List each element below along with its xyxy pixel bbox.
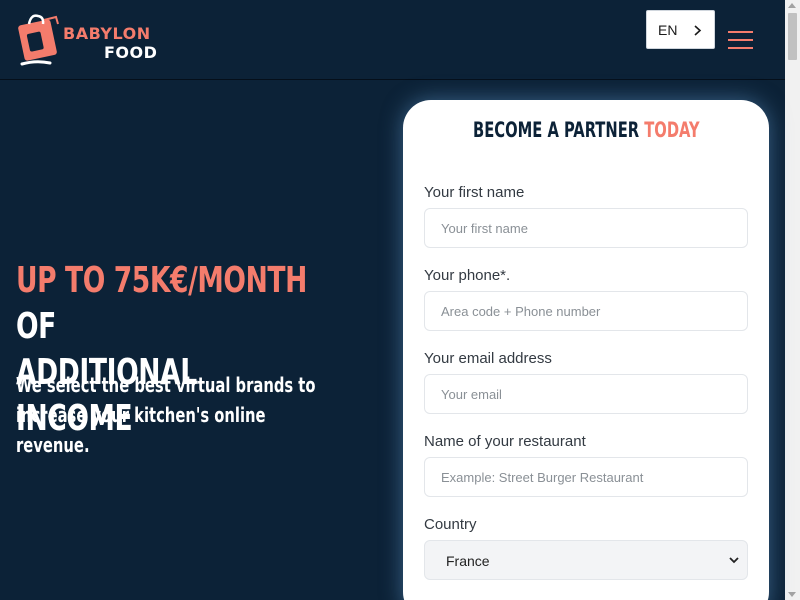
- scroll-thumb[interactable]: [788, 13, 797, 60]
- form-title: BECOME A PARTNER TODAY: [403, 118, 769, 142]
- phone-label: Your phone*.: [424, 267, 511, 284]
- phone-input[interactable]: [424, 291, 748, 331]
- hero-subtitle: We select the best virtual brands to inc…: [16, 370, 344, 460]
- shopping-bag-logo-icon: [18, 14, 59, 66]
- site-header: BABYLON FOOD EN: [0, 0, 785, 80]
- first-name-label: Your first name: [424, 184, 525, 201]
- chevron-down-icon: [729, 557, 739, 564]
- country-select[interactable]: France: [424, 540, 748, 580]
- hero-subtitle-line1: We select the best virtual brands to: [16, 373, 316, 397]
- hamburger-menu-icon[interactable]: [728, 29, 754, 51]
- logo-text-food: FOOD: [104, 43, 158, 62]
- page-scrollbar[interactable]: [785, 0, 800, 600]
- email-label: Your email address: [424, 350, 552, 367]
- restaurant-name-label: Name of your restaurant: [424, 433, 586, 450]
- first-name-input[interactable]: [424, 208, 748, 248]
- language-code: EN: [658, 22, 678, 38]
- logo-text-babylon: BABYLON: [63, 24, 151, 43]
- scroll-up-arrow-icon[interactable]: [788, 3, 796, 8]
- form-title-main: BECOME A PARTNER: [472, 118, 639, 142]
- country-label: Country: [424, 516, 477, 533]
- language-selector[interactable]: EN: [646, 10, 715, 49]
- country-selected-value: France: [446, 553, 490, 569]
- restaurant-name-input[interactable]: [424, 457, 748, 497]
- hero-title-of: OF: [16, 306, 56, 347]
- chevron-right-icon: [694, 25, 702, 36]
- hero-title-accent: UP TO 75K€/MONTH: [16, 260, 307, 301]
- babylon-food-logo[interactable]: BABYLON FOOD: [18, 12, 163, 68]
- scroll-down-arrow-icon[interactable]: [788, 592, 796, 597]
- hero-subtitle-line2: increase your kitchen's online revenue.: [16, 403, 266, 457]
- email-input[interactable]: [424, 374, 748, 414]
- form-title-accent: TODAY: [643, 118, 700, 142]
